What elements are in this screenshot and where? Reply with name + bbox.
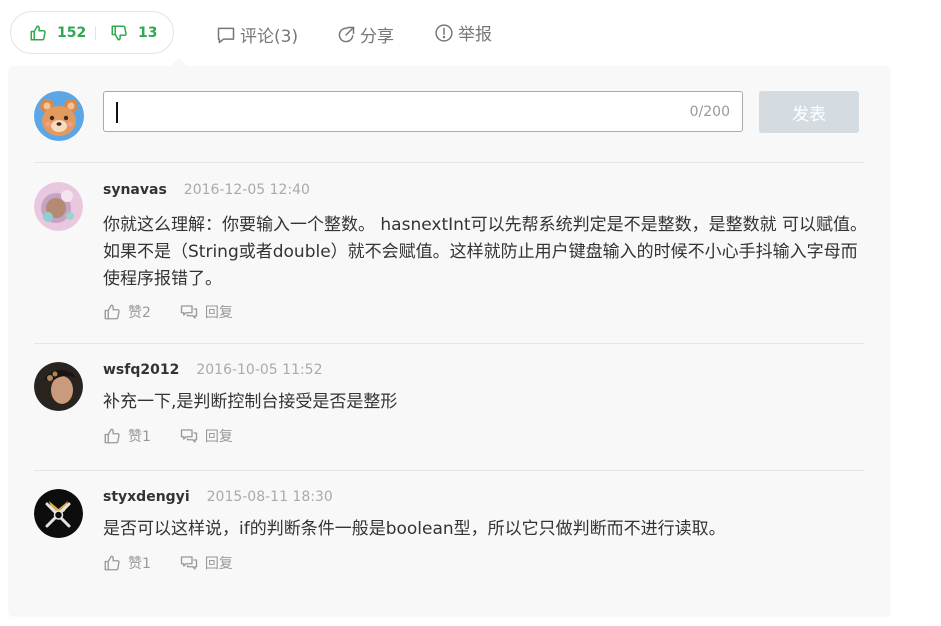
warning-icon <box>435 23 453 42</box>
current-user-avatar <box>34 91 84 141</box>
comment-text: 是否可以这样说，if的判断条件一般是boolean型，所以它只做判断而不进行读取… <box>103 519 726 539</box>
char-counter: 0/200 <box>689 104 730 120</box>
timestamp: 2015-08-11 18:30 <box>206 489 333 505</box>
comment-text: 你就这么理解：你要输入一个整数。 hasnextInt可以先帮系统判定是不是整数… <box>103 215 867 289</box>
like-button[interactable]: 赞2 <box>103 302 151 322</box>
username[interactable]: styxdengyi <box>103 489 190 505</box>
avatar[interactable] <box>34 489 83 538</box>
text-caret <box>116 102 118 123</box>
reply-icon <box>180 429 198 443</box>
reply-label: 回复 <box>204 556 233 572</box>
reply-button[interactable]: 回复 <box>180 426 233 446</box>
share-icon <box>338 26 355 42</box>
avatar[interactable] <box>34 362 83 411</box>
reply-icon <box>180 305 198 319</box>
report-action-label: 举报 <box>458 25 492 45</box>
divider <box>34 470 864 471</box>
comment-header: styxdengyi 2015-08-11 18:30 <box>103 489 333 505</box>
upvote-button[interactable]: 152 <box>11 12 95 53</box>
comment-input[interactable]: 0/200 <box>103 91 743 132</box>
comment-actions: 赞1 回复 <box>103 426 233 446</box>
reply-label: 回复 <box>204 429 233 445</box>
share-action-label: 分享 <box>360 27 394 47</box>
divider <box>34 162 864 163</box>
divider <box>34 343 864 344</box>
timestamp: 2016-12-05 12:40 <box>183 182 310 198</box>
like-label: 赞1 <box>128 429 151 445</box>
comment-text: 补充一下,是判断控制台接受是否是整形 <box>103 392 398 412</box>
downvote-count: 13 <box>138 24 158 41</box>
like-label: 赞1 <box>128 556 151 572</box>
username[interactable]: wsfq2012 <box>103 362 179 378</box>
thumbs-up-icon <box>104 428 120 444</box>
avatar[interactable] <box>34 182 83 231</box>
comment-icon <box>217 27 235 43</box>
reply-button[interactable]: 回复 <box>180 553 233 573</box>
vote-bar: 152 13 <box>10 11 174 54</box>
comment-action[interactable]: 评论(3) <box>216 22 298 47</box>
comment-header: wsfq2012 2016-10-05 11:52 <box>103 362 323 378</box>
reply-button[interactable]: 回复 <box>180 302 233 322</box>
share-action[interactable]: 分享 <box>336 22 394 47</box>
reply-label: 回复 <box>204 305 233 321</box>
report-action[interactable]: 举报 <box>434 20 492 45</box>
like-button[interactable]: 赞1 <box>103 426 151 446</box>
like-label: 赞2 <box>128 305 151 321</box>
username[interactable]: synavas <box>103 182 167 198</box>
comment-actions: 赞2 回复 <box>103 302 233 322</box>
like-button[interactable]: 赞1 <box>103 553 151 573</box>
thumbs-up-icon <box>104 555 120 571</box>
comment-panel: 0/200 发表 synavas 2016-12-05 12:40 你就这么理解… <box>9 66 890 615</box>
thumbs-up-icon <box>104 304 120 320</box>
comment-header: synavas 2016-12-05 12:40 <box>103 182 310 198</box>
reply-icon <box>180 556 198 570</box>
submit-button[interactable]: 发表 <box>759 91 859 133</box>
thumbs-up-icon <box>30 25 46 40</box>
downvote-button[interactable]: 13 <box>96 12 157 53</box>
comment-action-label: 评论(3) <box>240 27 299 47</box>
comment-actions: 赞1 回复 <box>103 553 233 573</box>
timestamp: 2016-10-05 11:52 <box>196 362 323 378</box>
thumbs-down-icon <box>111 25 127 40</box>
upvote-count: 152 <box>57 24 87 41</box>
